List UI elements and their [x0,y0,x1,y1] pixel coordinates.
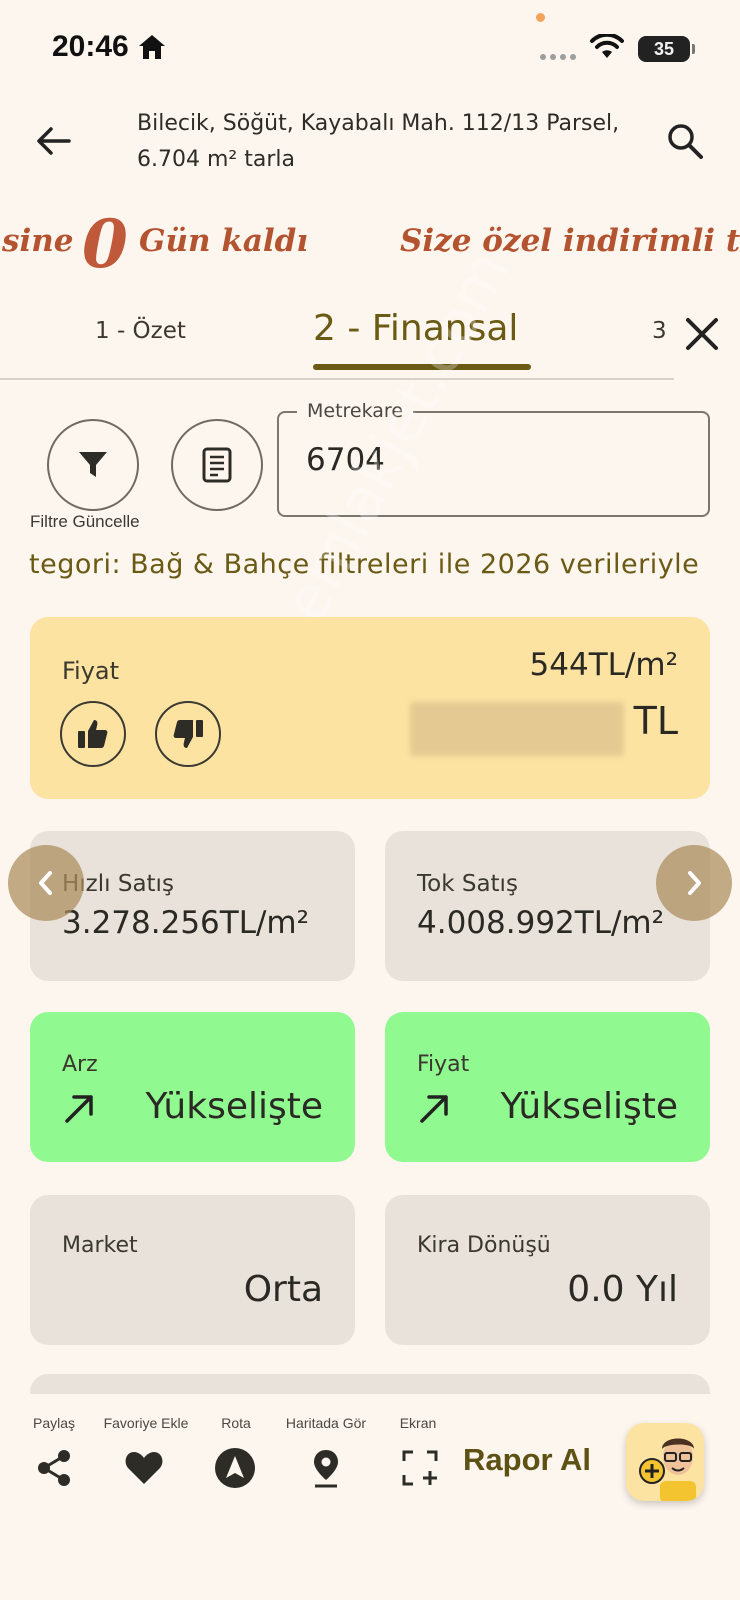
route-label: Rota [221,1415,251,1431]
rent-return-card: Kira Dönüşü 0.0 Yıl [385,1195,710,1345]
favorite-label: Favoriye Ekle [103,1415,189,1431]
favorite-button[interactable] [122,1446,166,1490]
share-button[interactable] [32,1446,76,1490]
share-icon [38,1450,70,1486]
quick-sale-value: 3.278.256TL/m² [62,905,310,941]
arrow-left-icon [37,127,71,155]
full-sale-value: 4.008.992TL/m² [417,905,665,941]
search-button[interactable] [662,118,708,164]
share-label: Paylaş [32,1415,76,1431]
rent-return-value: 0.0 Yıl [567,1269,678,1310]
thumbs-up-icon [78,720,108,748]
price-total-suffix: TL [633,699,678,743]
screen-action[interactable]: Ekran [396,1415,440,1431]
like-button[interactable] [60,701,126,767]
map-label: Haritada Gör [285,1415,367,1431]
blurred-total-price [410,702,624,756]
supply-value: Yükselişte [145,1086,323,1127]
assistant-fab[interactable] [626,1423,704,1501]
price-label: Fiyat [62,657,120,685]
banner-text-left: sine [2,223,74,259]
status-time: 20:46 [52,30,167,64]
banner-days-count: 0 [82,205,128,283]
screen-capture-icon [402,1450,438,1486]
dislike-button[interactable] [155,701,221,767]
tab-divider [0,378,674,380]
assistant-avatar-icon [639,1438,696,1501]
map-pin-icon [314,1450,338,1488]
market-value: Orta [243,1269,323,1310]
filter-update-label: Filtre Güncelle [30,512,140,531]
full-sale-card: Tok Satış 4.008.992TL/m² [385,831,710,981]
tab-ozet[interactable]: 1 - Özet [95,318,186,344]
price-trend-card: Fiyat Yükselişte [385,1012,710,1162]
trend-up-icon [420,1095,448,1123]
privacy-indicator [536,13,545,22]
filter-icon [79,452,107,477]
supply-label: Arz [62,1052,98,1077]
screen-label: Ekran [399,1415,437,1431]
back-button[interactable] [30,118,76,164]
search-icon [668,124,703,159]
chevron-right-icon [688,871,701,895]
wifi-icon [590,34,624,58]
report-button[interactable]: Rapor Al [463,1442,591,1478]
carousel-prev-button[interactable] [8,845,84,921]
banner-text-right: Size özel indirimli tek [400,223,740,259]
close-icon [686,318,718,350]
supply-trend-card: Arz Yükselişte [30,1012,355,1162]
market-card: Market Orta [30,1195,355,1345]
document-icon [202,447,232,483]
banner-text-mid: Gün kaldı [139,223,309,259]
quick-sale-card: Hızlı Satış 3.278.256TL/m² [30,831,355,981]
time-text: 20:46 [52,30,129,63]
route-action[interactable]: Rota [214,1415,258,1431]
document-button[interactable] [171,419,263,511]
carousel-next-button[interactable] [656,845,732,921]
price-trend-value: Yükselişte [500,1086,678,1127]
thumbs-down-icon [173,720,203,748]
share-action[interactable]: Paylaş [30,1415,78,1431]
full-sale-label: Tok Satış [417,871,518,897]
rent-return-label: Kira Dönüşü [417,1233,551,1258]
page-title: Bilecik, Söğüt, Kayabalı Mah. 112/13 Par… [137,111,620,172]
next-card-partial [30,1374,710,1394]
tab-3[interactable]: 3 [652,318,667,344]
chevron-left-icon [39,871,52,895]
trend-up-icon [65,1095,93,1123]
screen-button[interactable] [398,1446,442,1490]
filter-update-button[interactable] [47,419,139,511]
close-button[interactable] [680,312,724,356]
favorite-action[interactable]: Favoriye Ekle [96,1415,196,1431]
market-label: Market [62,1233,138,1258]
promo-banner[interactable]: sine 0 Gün kaldı Size özel indirimli tek [0,205,740,285]
price-per-m2: 544TL/m² [529,647,678,683]
route-button[interactable] [213,1446,257,1490]
cellular-signal-icon [540,54,576,60]
heart-icon [125,1452,163,1484]
map-button[interactable] [304,1446,348,1490]
price-trend-label: Fiyat [417,1052,470,1077]
home-icon [138,35,165,59]
map-action[interactable]: Haritada Gör [276,1415,376,1431]
navigation-icon [215,1448,255,1488]
battery-indicator: 35 [638,36,695,62]
